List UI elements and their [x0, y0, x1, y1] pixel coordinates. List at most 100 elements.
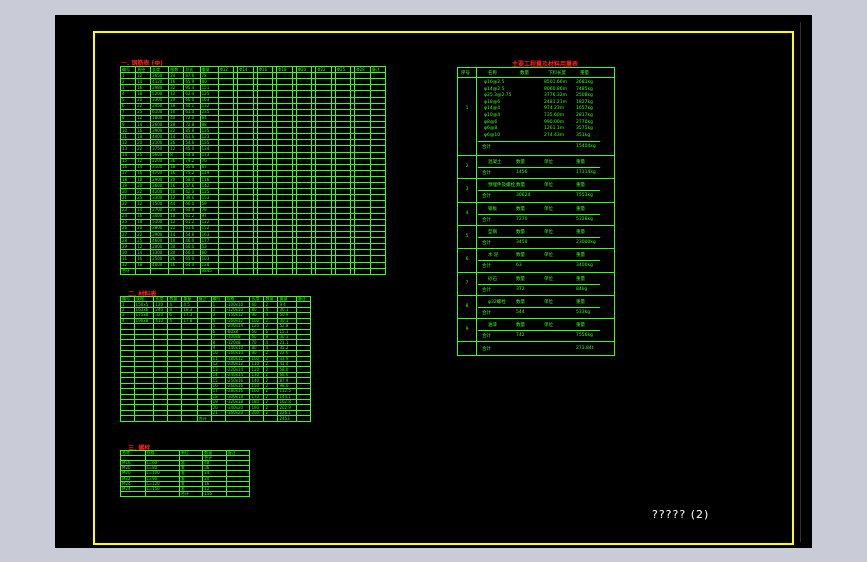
row-divider — [458, 201, 614, 203]
table-cell: 2508kg — [576, 93, 593, 99]
table-cell — [120, 490, 146, 498]
table-cell: 2770kg — [576, 119, 593, 125]
section-total-row: 合计 544 533kg — [482, 309, 604, 316]
table-cell: φ14@2.5 — [484, 86, 505, 92]
total-label: 合计 — [482, 145, 491, 150]
section-header-row: φ32螺栓 数量 单位 重量 — [484, 299, 604, 305]
table-cell: 预埋件及螺栓 — [488, 183, 515, 189]
table-row: φ18@6 2481.21m 1827kg — [484, 100, 604, 106]
row-divider — [458, 178, 614, 180]
table-row: φ8@6 990.00m 2770kg — [484, 120, 604, 126]
table-row: 合计 3845 — [119, 267, 387, 276]
table-cell: φ10@4 — [484, 113, 501, 118]
table-cell: 重量 — [576, 206, 585, 212]
table-cell: 单位 — [544, 253, 553, 259]
table-cell: 30624 — [516, 193, 531, 199]
table-cell: 数量 — [516, 183, 525, 189]
row-divider — [458, 341, 614, 343]
row-divider — [458, 77, 614, 78]
underline — [478, 141, 600, 142]
section-header-row: 砂石 数量 单位 重量 — [484, 276, 604, 282]
table-cell: φ32螺栓 — [488, 299, 506, 305]
underline — [478, 330, 600, 332]
section-number: 6 — [465, 257, 469, 263]
table-cell — [256, 267, 274, 276]
table-cell: 数量 — [516, 253, 525, 259]
table-cell: 合计 — [482, 334, 491, 340]
table-cell — [315, 267, 332, 276]
table-cell: 重量 — [576, 253, 585, 259]
table-cell: 1827kg — [576, 99, 593, 105]
table-cell: 3450 — [516, 239, 528, 245]
table-cell — [153, 415, 169, 422]
drawing-title: ????? (2) — [652, 508, 710, 521]
total-value: 273.84t — [576, 346, 594, 352]
table-cell: 单位 — [544, 183, 553, 189]
header-cell: 数量 — [520, 71, 529, 76]
table-cell: 533kg — [576, 309, 591, 315]
table-cell: 数量 — [516, 229, 525, 235]
table-cell: 单位 — [544, 160, 553, 165]
table-cell: 3575kg — [576, 126, 593, 132]
table-cell: 156 — [202, 490, 227, 498]
grand-total-row: 合计 273.84t — [482, 346, 604, 352]
table-cell: 990.00m — [544, 119, 565, 125]
table-cell: 1657kg — [576, 106, 593, 112]
table-cell: 3776.32m — [544, 93, 567, 99]
table-row: φ14@4 974.23m 1657kg — [484, 106, 604, 112]
table-cell: 重量 — [576, 160, 585, 165]
table-cell: φ16@2.5 — [484, 80, 505, 85]
header-cell: 下料长度 — [548, 71, 566, 76]
table-cell: 重量 — [576, 276, 585, 282]
quantity-table: 序号 名称 数量 下料长度 重量 1 φ16@2.5 8501.66m 2681kg φ14@2.… — [457, 67, 615, 356]
table-cell: φ8@6 — [484, 119, 498, 125]
table-cell: 7553kg — [576, 193, 593, 199]
section-header-row: 预埋件及螺栓 数量 单位 重量 — [484, 182, 604, 188]
table-cell: 1456 — [516, 170, 528, 175]
table-cell — [295, 415, 312, 422]
section-total-row: 合计 372 84kg — [482, 286, 604, 293]
table-cell — [354, 267, 371, 276]
table-cell: 合计 — [482, 217, 491, 223]
section-total-row: 合计 3450 23000kg — [482, 239, 604, 246]
table-cell: 1261.1m — [544, 126, 565, 132]
table-cell: φ6@10 — [484, 132, 501, 138]
table-cell — [168, 267, 185, 276]
table-cell — [133, 415, 155, 422]
table-cell: 7270 — [516, 216, 528, 222]
rebar-table: 编号 直径 长度 根数 总长 重量 Φ12 Φ14 Φ16 Φ18 Φ20 Φ22 Φ25 Φ28 备注 1 1… — [119, 65, 387, 276]
section-header-row: 混凝土 数量 单位 重量 — [484, 159, 604, 165]
header-cell: 重量 — [580, 71, 589, 76]
table-cell: 型钢 — [488, 229, 497, 235]
section-header-row: 型钢 数量 单位 重量 — [484, 229, 604, 235]
table-cell — [237, 267, 254, 276]
table-cell: 974.23m — [544, 106, 565, 112]
table-cell — [369, 267, 387, 276]
table-cell: 372 — [516, 286, 525, 292]
table-cell — [263, 415, 279, 422]
header-row: 序号 名称 数量 下料长度 重量 — [458, 70, 614, 76]
section-header-row: 水 泥 数量 单位 重量 — [484, 252, 604, 258]
table-row: φ25.3@2.75 3776.32m 2508kg — [484, 93, 604, 99]
table-cell: 重量 — [576, 299, 585, 305]
row-divider — [458, 318, 614, 320]
table-cell: 17314kg — [576, 170, 596, 175]
row-divider — [458, 224, 614, 226]
table-cell — [249, 415, 265, 422]
table-cell: φ25.3@2.75 — [484, 93, 512, 99]
table-cell: 单位 — [544, 206, 553, 212]
table-cell: 84kg — [576, 286, 588, 292]
table-cell — [217, 267, 235, 276]
underline — [478, 167, 600, 168]
total-row: 合计 15404kg — [482, 144, 604, 150]
table-cell: 8501.66m — [544, 80, 567, 85]
column-divider — [476, 68, 477, 355]
section-number: 9 — [465, 327, 469, 333]
table-cell: 重量 — [576, 323, 585, 329]
table-cell: 油漆 — [488, 323, 497, 329]
row-divider — [458, 155, 614, 156]
table-cell: 数量 — [516, 206, 525, 212]
table-cell: 351kg — [576, 132, 591, 138]
table-row: 合计 156 — [120, 490, 251, 498]
table-cell — [224, 415, 251, 422]
